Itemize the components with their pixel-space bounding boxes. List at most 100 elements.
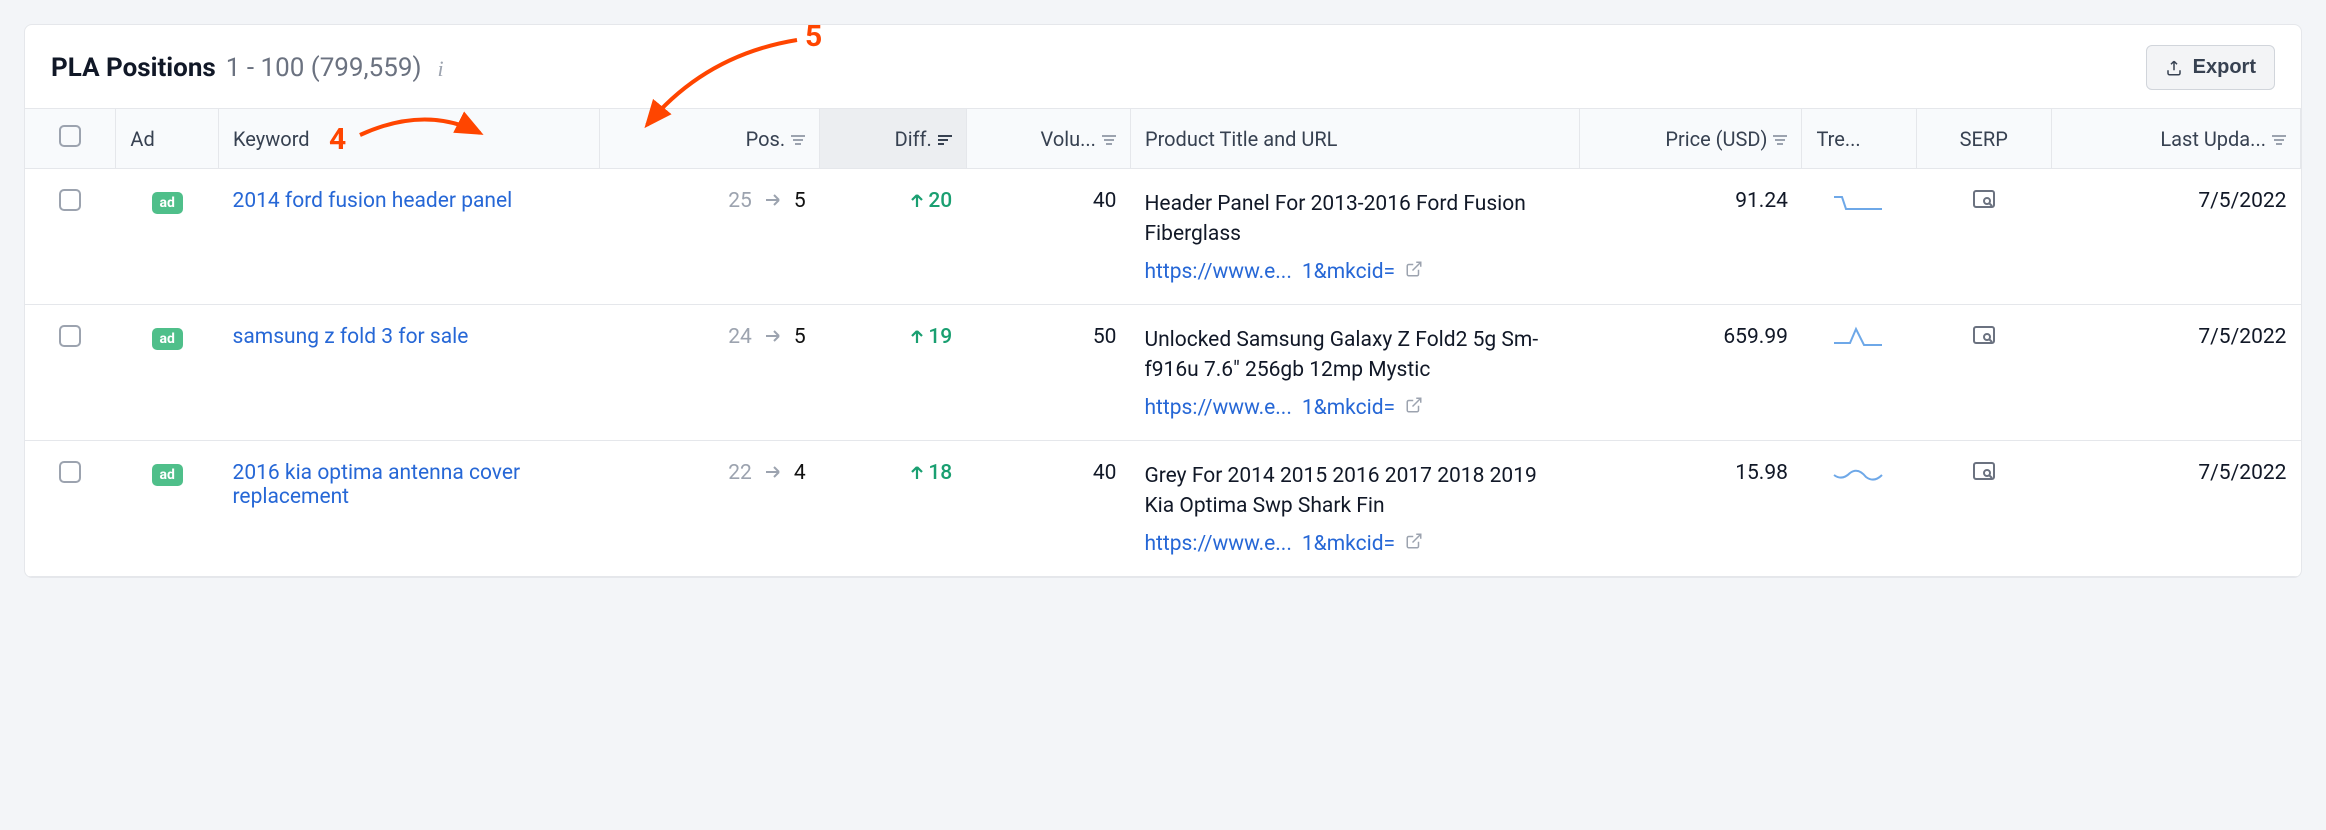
export-button[interactable]: Export: [2146, 45, 2275, 90]
column-header-checkbox[interactable]: [25, 109, 116, 169]
url-suffix: 1&mkcid=: [1302, 260, 1395, 284]
product-url[interactable]: https://www.e... 1&mkcid=: [1144, 260, 1565, 284]
position-old: 22: [728, 461, 752, 485]
col-volume-label: Volu...: [1041, 127, 1096, 151]
product-title: Grey For 2014 2015 2016 2017 2018 2019 K…: [1144, 461, 1565, 522]
column-header-updated[interactable]: Last Upda...: [2051, 109, 2300, 169]
position-old: 25: [728, 189, 752, 213]
row-checkbox[interactable]: [59, 325, 81, 347]
arrow-up-icon: [910, 193, 924, 209]
position-change: 24 5: [614, 325, 806, 349]
results-table: Ad Keyword Pos. Diff. Volu... Product Ti…: [25, 108, 2301, 577]
sort-icon: [2272, 127, 2286, 151]
export-label: Export: [2193, 56, 2256, 79]
keyword-link[interactable]: 2014 ford fusion header panel: [233, 189, 513, 213]
row-checkbox[interactable]: [59, 461, 81, 483]
range-text: 1 - 100: [226, 53, 305, 83]
pla-positions-panel: PLA Positions 1 - 100 (799,559) i Export…: [24, 24, 2302, 578]
keyword-link[interactable]: 2016 kia optima antenna cover replacemen…: [233, 461, 521, 509]
position-new: 5: [794, 325, 806, 349]
position-change: 22 4: [614, 461, 806, 485]
updated-value: 7/5/2022: [2198, 189, 2286, 213]
external-link-icon[interactable]: [1405, 532, 1423, 556]
column-header-volume[interactable]: Volu...: [966, 109, 1130, 169]
table-row: ad samsung z fold 3 for sale 24 5 19 50 …: [25, 304, 2301, 440]
export-icon: [2165, 59, 2183, 77]
table-header-row: Ad Keyword Pos. Diff. Volu... Product Ti…: [25, 109, 2301, 169]
price-value: 15.98: [1735, 461, 1788, 485]
product-url[interactable]: https://www.e... 1&mkcid=: [1144, 396, 1565, 420]
product-title: Header Panel For 2013-2016 Ford Fusion F…: [1144, 189, 1565, 250]
panel-header: PLA Positions 1 - 100 (799,559) i Export: [25, 25, 2301, 108]
sort-icon: [1773, 127, 1787, 151]
arrow-right-icon: [764, 325, 782, 349]
column-header-serp[interactable]: SERP: [1916, 109, 2051, 169]
column-header-pos[interactable]: Pos.: [600, 109, 820, 169]
price-value: 659.99: [1723, 325, 1788, 349]
col-product-label: Product Title and URL: [1145, 127, 1338, 151]
row-checkbox[interactable]: [59, 189, 81, 211]
trend-sparkline: [1832, 189, 1886, 213]
ad-badge: ad: [152, 328, 183, 350]
trend-sparkline: [1832, 325, 1886, 349]
col-price-label: Price (USD): [1665, 127, 1767, 151]
diff-number: 18: [928, 461, 952, 485]
volume-value: 50: [1093, 325, 1117, 349]
volume-value: 40: [1093, 189, 1117, 213]
diff-number: 19: [928, 325, 952, 349]
table-row: ad 2014 ford fusion header panel 25 5 20…: [25, 169, 2301, 305]
col-pos-label: Pos.: [746, 127, 786, 151]
arrow-right-icon: [764, 461, 782, 485]
serp-preview-icon[interactable]: [1972, 463, 1996, 487]
col-diff-label: Diff.: [895, 127, 932, 151]
url-text: https://www.e...: [1144, 532, 1291, 556]
trend-sparkline: [1832, 461, 1886, 485]
updated-value: 7/5/2022: [2198, 325, 2286, 349]
col-keyword-label: Keyword: [233, 127, 310, 151]
column-header-trend[interactable]: Tre...: [1802, 109, 1916, 169]
table-row: ad 2016 kia optima antenna cover replace…: [25, 440, 2301, 576]
total-text: (799,559): [311, 53, 422, 83]
arrow-up-icon: [910, 329, 924, 345]
col-trend-label: Tre...: [1816, 127, 1860, 151]
diff-number: 20: [928, 189, 952, 213]
price-value: 91.24: [1735, 189, 1788, 213]
column-header-product[interactable]: Product Title and URL: [1130, 109, 1579, 169]
ad-badge: ad: [152, 192, 183, 214]
keyword-link[interactable]: samsung z fold 3 for sale: [233, 325, 469, 349]
diff-value: 19: [910, 325, 952, 349]
product-url[interactable]: https://www.e... 1&mkcid=: [1144, 532, 1565, 556]
url-suffix: 1&mkcid=: [1302, 532, 1395, 556]
external-link-icon[interactable]: [1405, 396, 1423, 420]
position-new: 5: [794, 189, 806, 213]
volume-value: 40: [1093, 461, 1117, 485]
position-new: 4: [794, 461, 806, 485]
panel-title: PLA Positions: [51, 53, 216, 83]
external-link-icon[interactable]: [1405, 260, 1423, 284]
col-updated-label: Last Upda...: [2160, 127, 2266, 151]
panel-range: 1 - 100 (799,559): [226, 53, 422, 83]
column-header-price[interactable]: Price (USD): [1579, 109, 1802, 169]
arrow-right-icon: [764, 189, 782, 213]
serp-preview-icon[interactable]: [1972, 327, 1996, 351]
diff-value: 18: [910, 461, 952, 485]
select-all-checkbox[interactable]: [59, 125, 81, 147]
column-header-keyword[interactable]: Keyword: [219, 109, 600, 169]
product-title: Unlocked Samsung Galaxy Z Fold2 5g Sm-f9…: [1144, 325, 1565, 386]
sort-active-icon: [938, 127, 952, 151]
diff-value: 20: [910, 189, 952, 213]
column-header-ad[interactable]: Ad: [116, 109, 219, 169]
ad-badge: ad: [152, 464, 183, 486]
updated-value: 7/5/2022: [2198, 461, 2286, 485]
url-text: https://www.e...: [1144, 396, 1291, 420]
col-serp-label: SERP: [1960, 127, 2008, 151]
url-text: https://www.e...: [1144, 260, 1291, 284]
info-icon[interactable]: i: [438, 56, 444, 82]
position-change: 25 5: [614, 189, 806, 213]
sort-icon: [791, 127, 805, 151]
url-suffix: 1&mkcid=: [1302, 396, 1395, 420]
column-header-diff[interactable]: Diff.: [820, 109, 967, 169]
serp-preview-icon[interactable]: [1972, 191, 1996, 215]
sort-icon: [1102, 127, 1116, 151]
arrow-up-icon: [910, 465, 924, 481]
